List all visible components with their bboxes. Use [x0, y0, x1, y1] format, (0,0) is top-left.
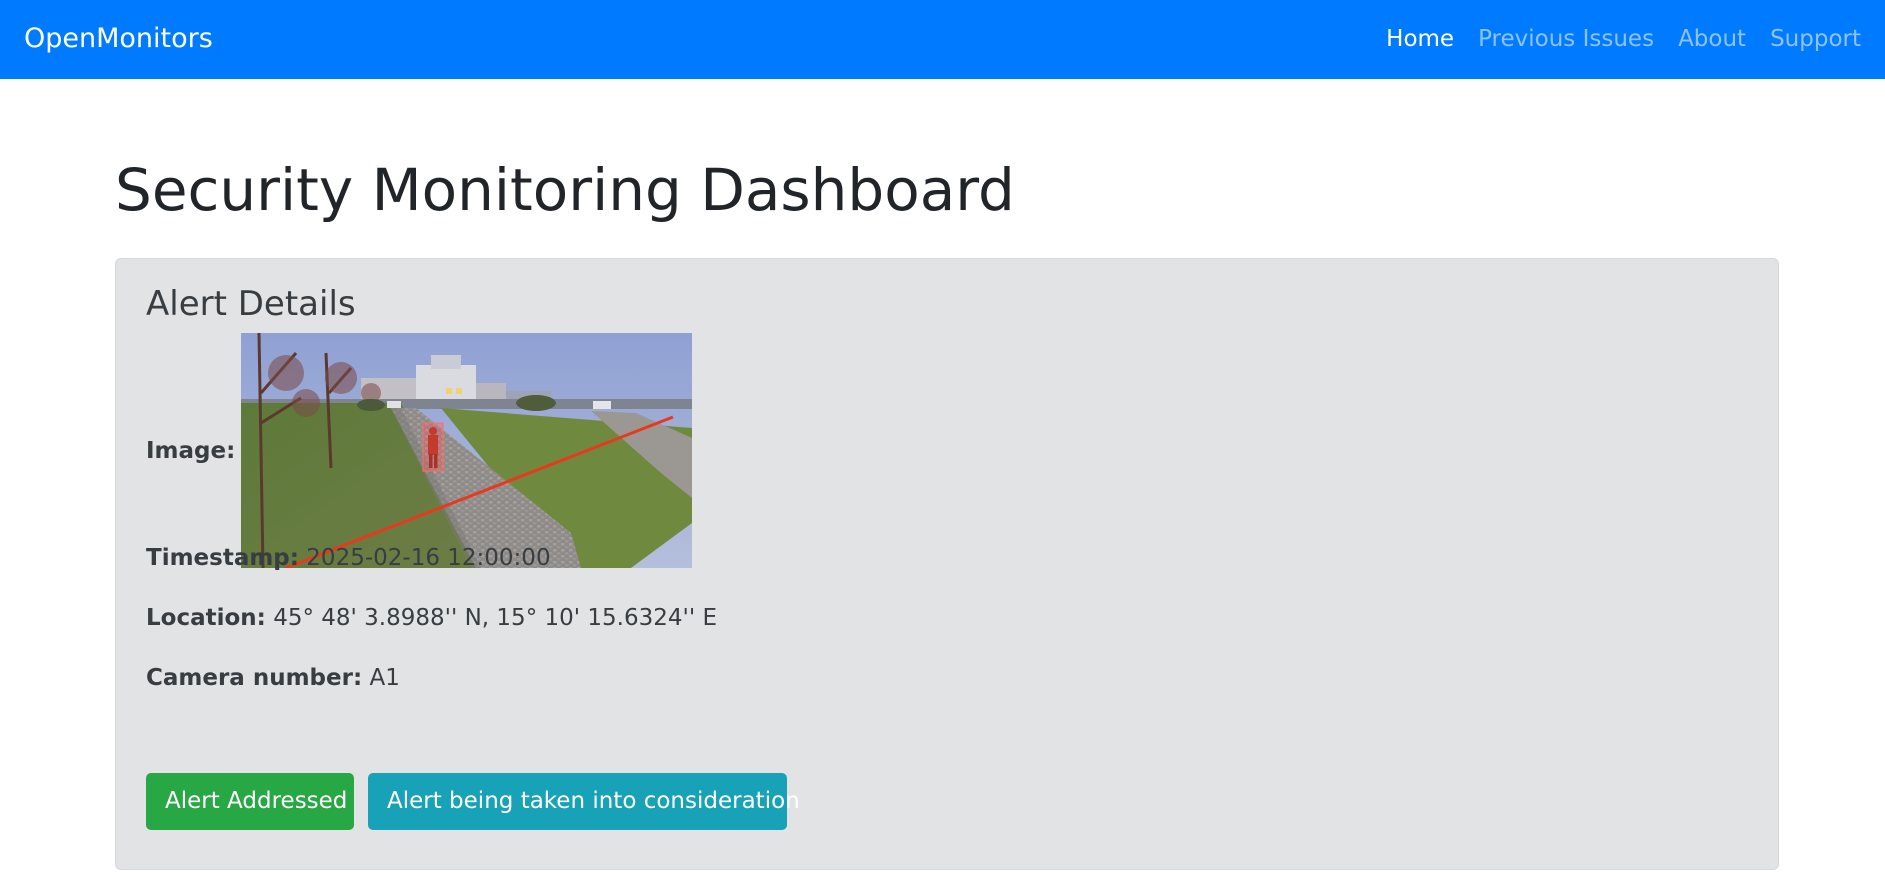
nav-support[interactable]: Support [1770, 20, 1861, 58]
brand-link[interactable]: OpenMonitors [24, 20, 213, 58]
alert-details-card: Alert Details Image: Timestamp: 2025-02-… [115, 258, 1779, 870]
alert-image-row: Image: [146, 333, 693, 568]
top-navbar: OpenMonitors Home Previous Issues About … [0, 0, 1885, 79]
alert-addressed-button[interactable]: Alert Addressed [146, 773, 354, 830]
timestamp-field: Timestamp: 2025-02-16 12:00:00 [146, 542, 551, 574]
nav-about[interactable]: About [1678, 20, 1746, 58]
alert-details-heading: Alert Details [146, 284, 356, 324]
timestamp-label: Timestamp: [146, 545, 299, 571]
image-label: Image: [146, 437, 236, 464]
alert-consideration-button[interactable]: Alert being taken into consideration [368, 773, 800, 830]
page-title: Security Monitoring Dashboard [115, 156, 1015, 224]
location-value: 45° 48' 3.8988'' N, 15° 10' 15.6324'' E [273, 605, 718, 631]
camera-snapshot-image [241, 333, 693, 568]
camera-number-label: Camera number: [146, 665, 363, 691]
timestamp-value: 2025-02-16 12:00:00 [306, 545, 551, 571]
location-field: Location: 45° 48' 3.8988'' N, 15° 10' 15… [146, 602, 717, 634]
camera-number-field: Camera number: A1 [146, 662, 400, 694]
nav-links: Home Previous Issues About Support [1386, 20, 1861, 58]
location-label: Location: [146, 605, 266, 631]
nav-previous-issues[interactable]: Previous Issues [1478, 20, 1654, 58]
nav-home[interactable]: Home [1386, 20, 1454, 58]
camera-number-value: A1 [369, 665, 400, 691]
